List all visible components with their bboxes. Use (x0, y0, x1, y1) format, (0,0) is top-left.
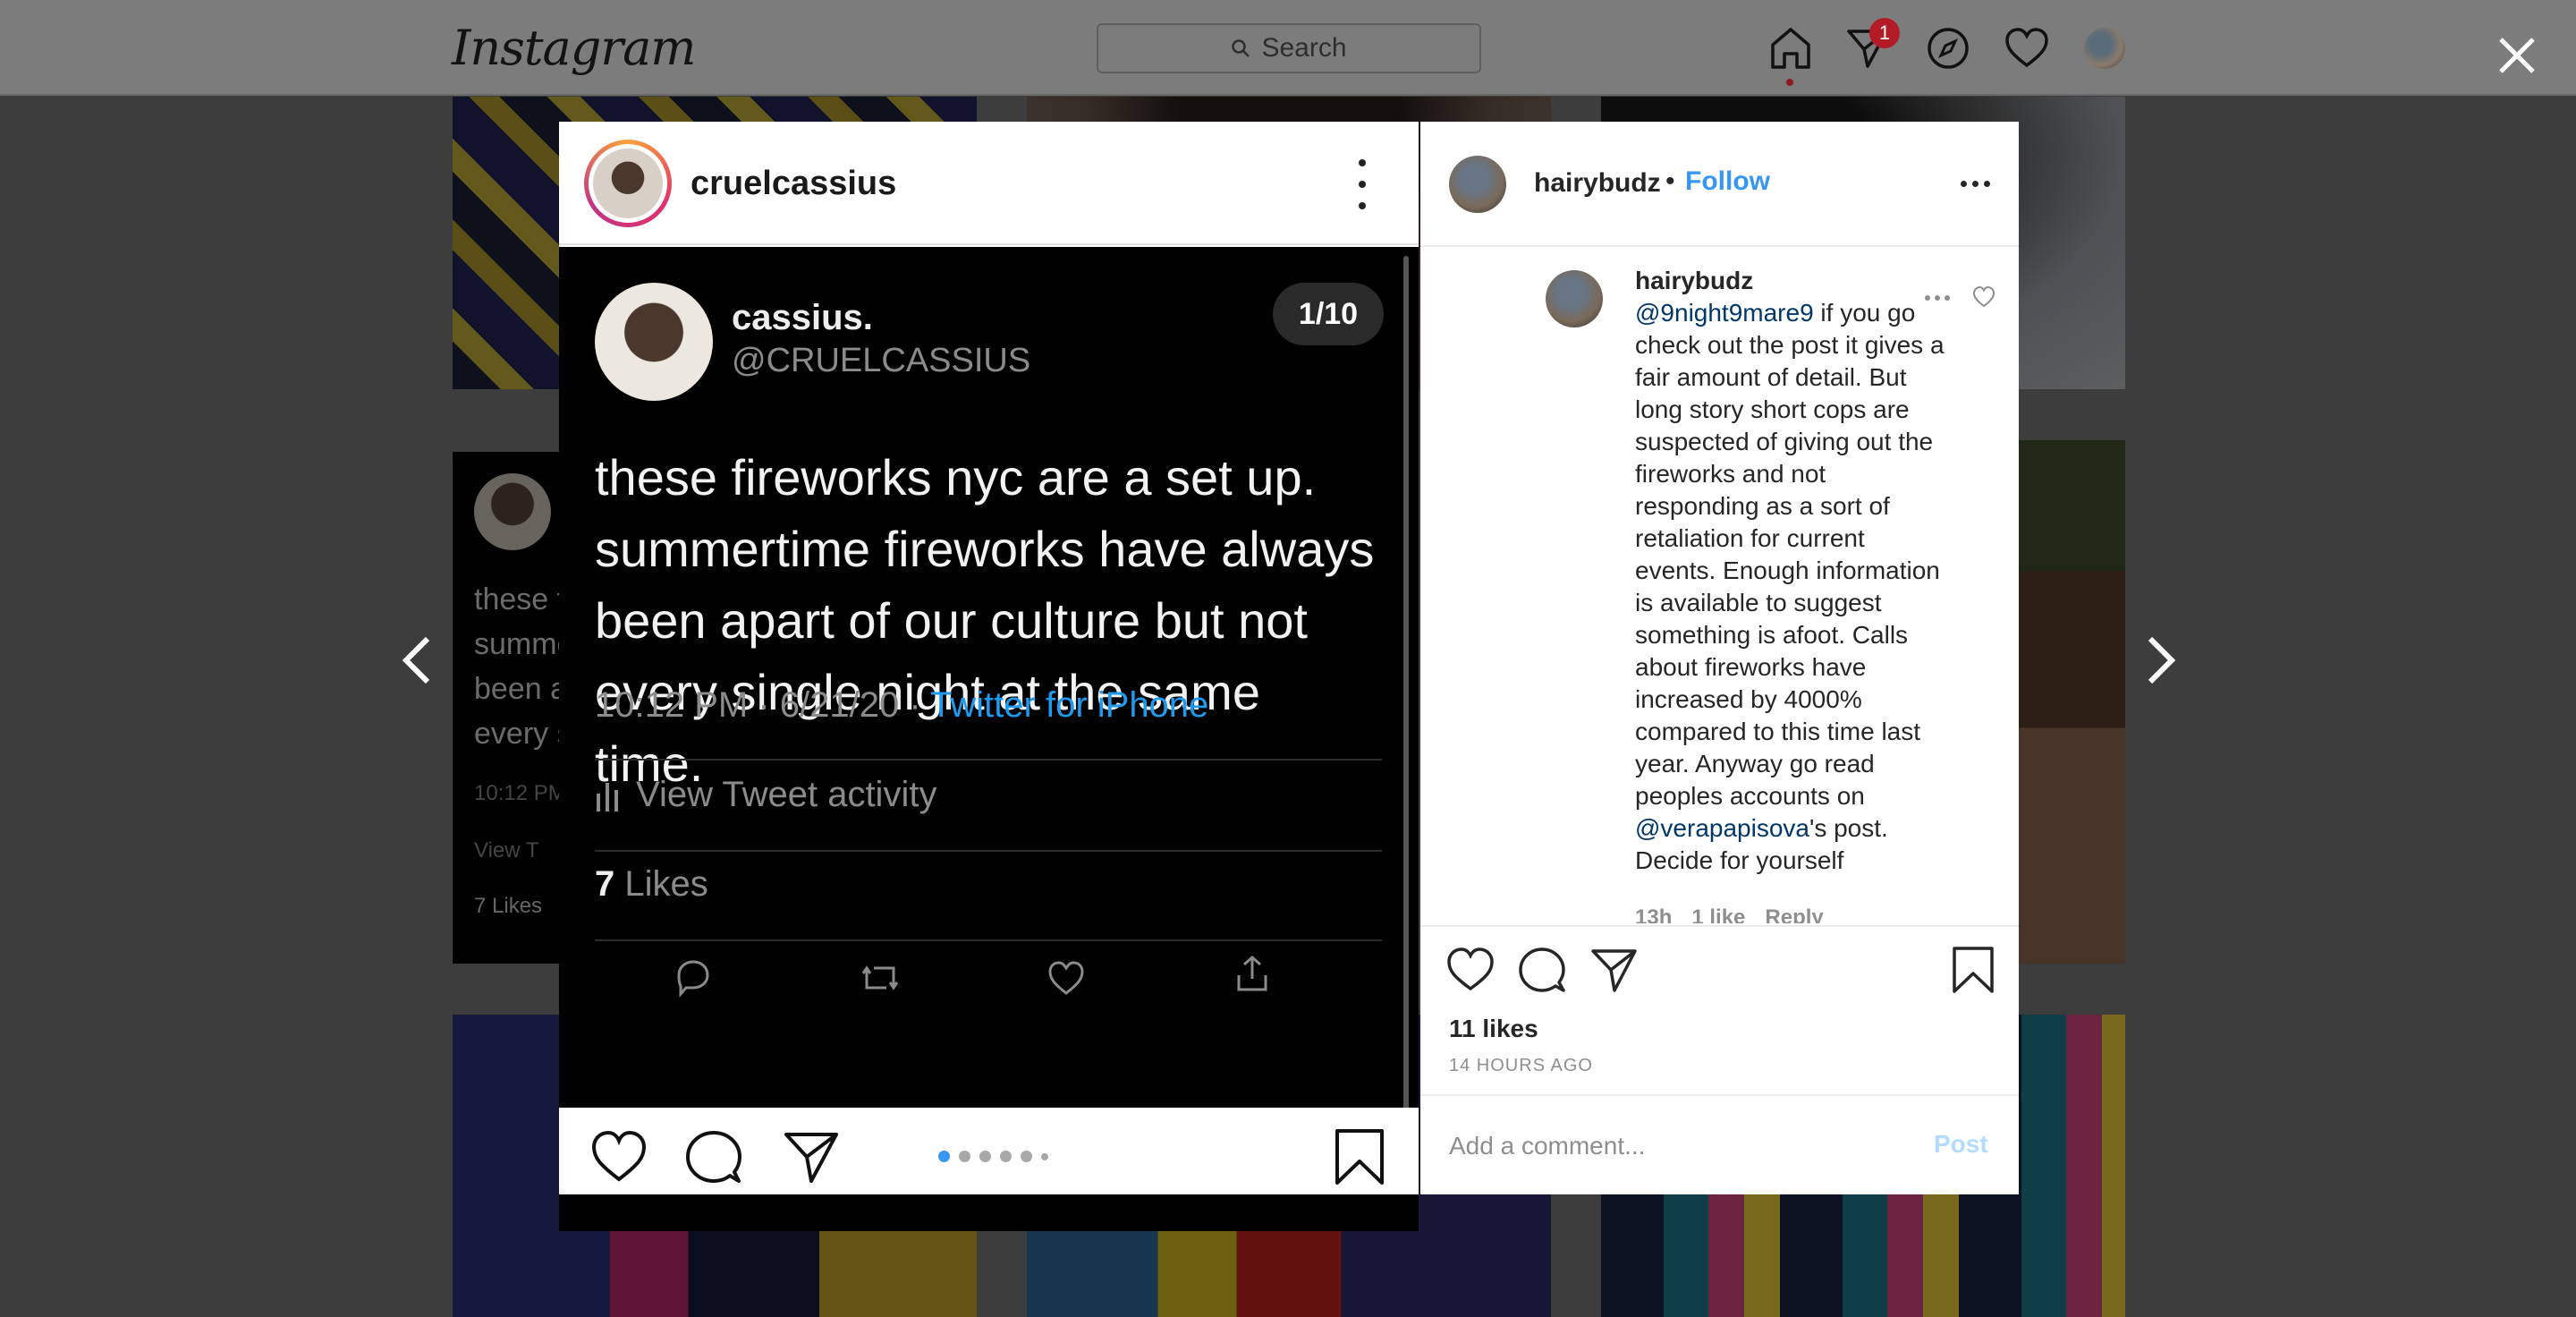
tweet-avatar (595, 283, 713, 401)
home-active-dot (1786, 79, 1793, 86)
comment-text: hairybudz @9night9mare9 if you go check o… (1635, 265, 1948, 877)
post-options-icon[interactable] (1353, 159, 1371, 209)
tweet-reply-icon (677, 960, 709, 998)
tweet-meta: 10:12 PM · 6/21/20 · Twitter for iPhone (595, 685, 1208, 726)
likes-count[interactable]: 11 likes (1449, 1015, 1538, 1043)
follow-button[interactable]: Follow (1685, 166, 1770, 197)
tweet-activity-label: View Tweet activity (636, 775, 937, 814)
profile-avatar[interactable] (2084, 28, 2125, 69)
comment-mention[interactable]: @9night9mare9 (1635, 299, 1814, 327)
tweet-divider (595, 850, 1382, 852)
home-icon[interactable] (1767, 25, 1814, 72)
comment-username[interactable]: hairybudz (1635, 265, 1948, 297)
comment-options-icon[interactable] (1925, 295, 1950, 301)
add-comment-section: Post (1420, 1094, 2019, 1194)
tweet-text: these fireworks nyc are a set up. summer… (595, 449, 1375, 792)
separator-bullet: • (1665, 166, 1675, 196)
tweet-activity: View Tweet activity (595, 775, 936, 815)
search-placeholder: Search (1261, 33, 1347, 63)
tweet-retweet-icon (861, 965, 899, 990)
comments-header: hairybudz • Follow (1420, 122, 2019, 247)
post-header: cruelcassius (559, 122, 1419, 245)
like-heart-icon[interactable] (1445, 945, 1496, 995)
post-author-username[interactable]: cruelcassius (691, 165, 896, 203)
comment-reply-button[interactable]: Reply (1765, 905, 1823, 923)
post-comment-button[interactable]: Post (1934, 1130, 1988, 1159)
tweet-share-icon (1237, 955, 1267, 991)
comment-mention[interactable]: @verapapisova (1635, 814, 1809, 842)
tweet-screenshot[interactable]: cassius. @CRUELCASSIUS 1/10 these firewo… (559, 247, 1419, 1231)
top-navigation: Instagram Search 1 (0, 0, 2576, 96)
post-media-panel: cruelcassius cassius. @CRUELCASSIUS 1/10… (559, 122, 1419, 1231)
activity-heart-icon[interactable] (2004, 25, 2050, 72)
tweet-likes-count: 7 (595, 864, 615, 904)
tweet-handle: @CRUELCASSIUS (732, 342, 1031, 379)
like-heart-icon[interactable] (589, 1127, 648, 1186)
tweet-source: Twitter for iPhone (930, 685, 1209, 725)
tweet-divider (595, 939, 1382, 941)
more-options-icon[interactable] (1961, 181, 1990, 187)
save-bookmark-icon[interactable] (1330, 1127, 1389, 1186)
comment-time: 13h (1635, 905, 1673, 923)
explore-compass-icon[interactable] (1925, 25, 1971, 72)
comment-avatar[interactable] (1546, 270, 1603, 327)
post-timestamp: 14 HOURS AGO (1449, 1056, 1593, 1075)
comment-list[interactable]: hairybudz @9night9mare9 if you go check o… (1420, 249, 2019, 923)
tweet-likes-label: Likes (614, 864, 708, 904)
post-author-avatar[interactable] (584, 140, 672, 227)
tweet-like-icon (1048, 961, 1084, 995)
tweet-scrollbar (1403, 256, 1409, 1151)
notification-badge: 1 (1869, 18, 1900, 48)
tweet-display-name: cassius. (732, 298, 873, 337)
comment-icon[interactable] (1517, 945, 1567, 995)
close-icon[interactable] (2496, 34, 2538, 77)
author-avatar[interactable] (1449, 156, 1506, 213)
instagram-logo[interactable]: Instagram (452, 20, 696, 76)
share-icon[interactable] (781, 1127, 840, 1186)
comment-icon[interactable] (684, 1127, 743, 1186)
search-icon (1232, 39, 1250, 57)
comment-input[interactable] (1449, 1126, 1914, 1166)
save-bookmark-icon[interactable] (1948, 945, 1998, 995)
comment-like-heart-icon[interactable] (1971, 285, 1996, 310)
tweet-divider (595, 759, 1382, 760)
next-post-arrow-icon[interactable] (2143, 635, 2179, 685)
previous-post-arrow-icon[interactable] (399, 635, 435, 685)
share-icon[interactable] (1589, 945, 1639, 995)
comments-panel: hairybudz • Follow hairybudz @9night9mare… (1420, 122, 2019, 1194)
post-actions: 11 likes 14 HOURS AGO (1420, 925, 2019, 1077)
search-box[interactable]: Search (1097, 23, 1481, 73)
bar-chart-icon (597, 782, 618, 811)
author-username[interactable]: hairybudz (1534, 168, 1661, 199)
comment-body-1: if you go check out the post it gives a … (1635, 299, 1945, 810)
tweet-time: 10:12 PM · 6/21/20 · (595, 685, 931, 725)
carousel-counter: 1/10 (1273, 283, 1384, 345)
comment-likes[interactable]: 1 like (1691, 905, 1745, 923)
carousel-indicator (938, 1151, 1048, 1162)
comment-meta: 13h 1 like Reply (1635, 905, 1824, 923)
tweet-likes: 7 Likes (595, 864, 708, 905)
post-media-footer (559, 1108, 1419, 1194)
